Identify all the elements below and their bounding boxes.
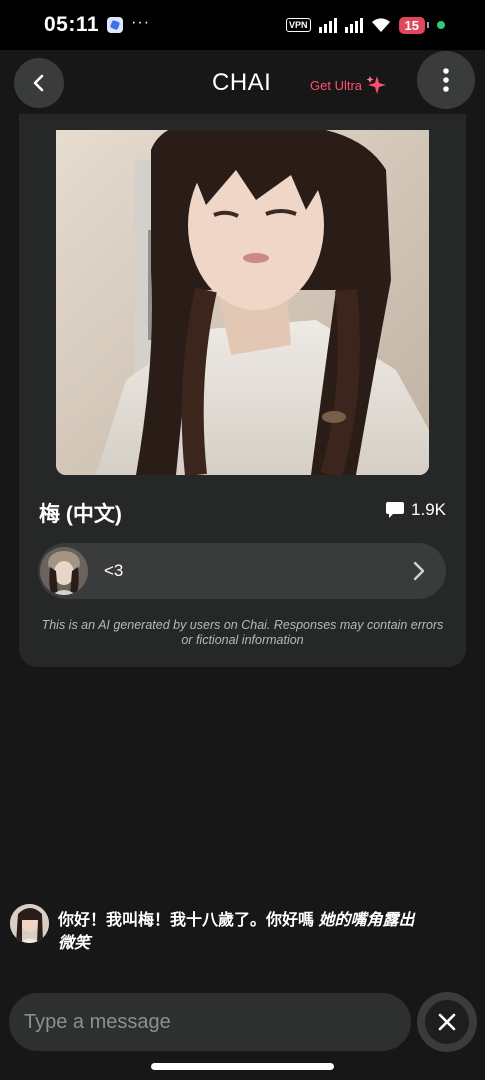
character-photo-image xyxy=(56,130,429,475)
ai-disclaimer: This is an AI generated by users on Chai… xyxy=(41,618,444,647)
character-photo[interactable] xyxy=(56,130,429,475)
wifi-icon xyxy=(371,18,390,32)
back-button[interactable] xyxy=(14,58,64,108)
battery-icon: 15 xyxy=(398,16,425,34)
close-button[interactable] xyxy=(417,992,477,1052)
battery-tip xyxy=(427,22,429,28)
more-vert-icon xyxy=(443,68,449,92)
status-bar: 05:11 ··· VPN 15 xyxy=(0,0,485,50)
message-input-container[interactable] xyxy=(9,993,411,1051)
app-title: CHAI xyxy=(212,69,272,96)
more-notifications-icon: ··· xyxy=(131,14,151,31)
signal-icon xyxy=(318,17,337,33)
top-app-bar: CHAI Get Ultra xyxy=(0,50,485,114)
character-card: 梅 (中文) 1.9K <3 This is an AI generated b… xyxy=(19,114,466,667)
close-icon xyxy=(438,1013,456,1031)
privacy-indicator-dot xyxy=(437,21,445,29)
chat-bubble-icon xyxy=(386,502,405,518)
get-ultra-link[interactable]: Get Ultra xyxy=(310,74,387,96)
message-count: 1.9K xyxy=(385,500,446,520)
status-time: 05:11 xyxy=(44,13,100,36)
bot-avatar[interactable] xyxy=(10,904,49,943)
creator-row[interactable]: <3 xyxy=(38,543,446,599)
message-body: 你好！我叫梅！我十八歲了。你好嗎 xyxy=(58,912,319,929)
back-arrow-icon xyxy=(33,74,44,92)
home-indicator[interactable] xyxy=(151,1063,334,1070)
creator-name: <3 xyxy=(104,561,124,580)
message-input[interactable] xyxy=(24,1010,394,1034)
more-options-button[interactable] xyxy=(417,51,475,109)
chevron-right-icon xyxy=(413,561,425,581)
app-notification-icon xyxy=(107,17,124,33)
creator-avatar xyxy=(40,547,88,595)
vpn-badge: VPN xyxy=(286,18,311,32)
sparkle-icon xyxy=(366,76,387,94)
signal-icon-2 xyxy=(344,17,363,33)
close-button-inner xyxy=(425,1000,469,1044)
character-name: 梅 (中文) xyxy=(39,503,122,526)
chat-message-text: 你好！我叫梅！我十八歲了。你好嗎 她的嘴角露出微笑 xyxy=(58,909,418,955)
get-ultra-label: Get Ultra xyxy=(310,77,363,93)
message-count-value: 1.9K xyxy=(411,500,446,519)
